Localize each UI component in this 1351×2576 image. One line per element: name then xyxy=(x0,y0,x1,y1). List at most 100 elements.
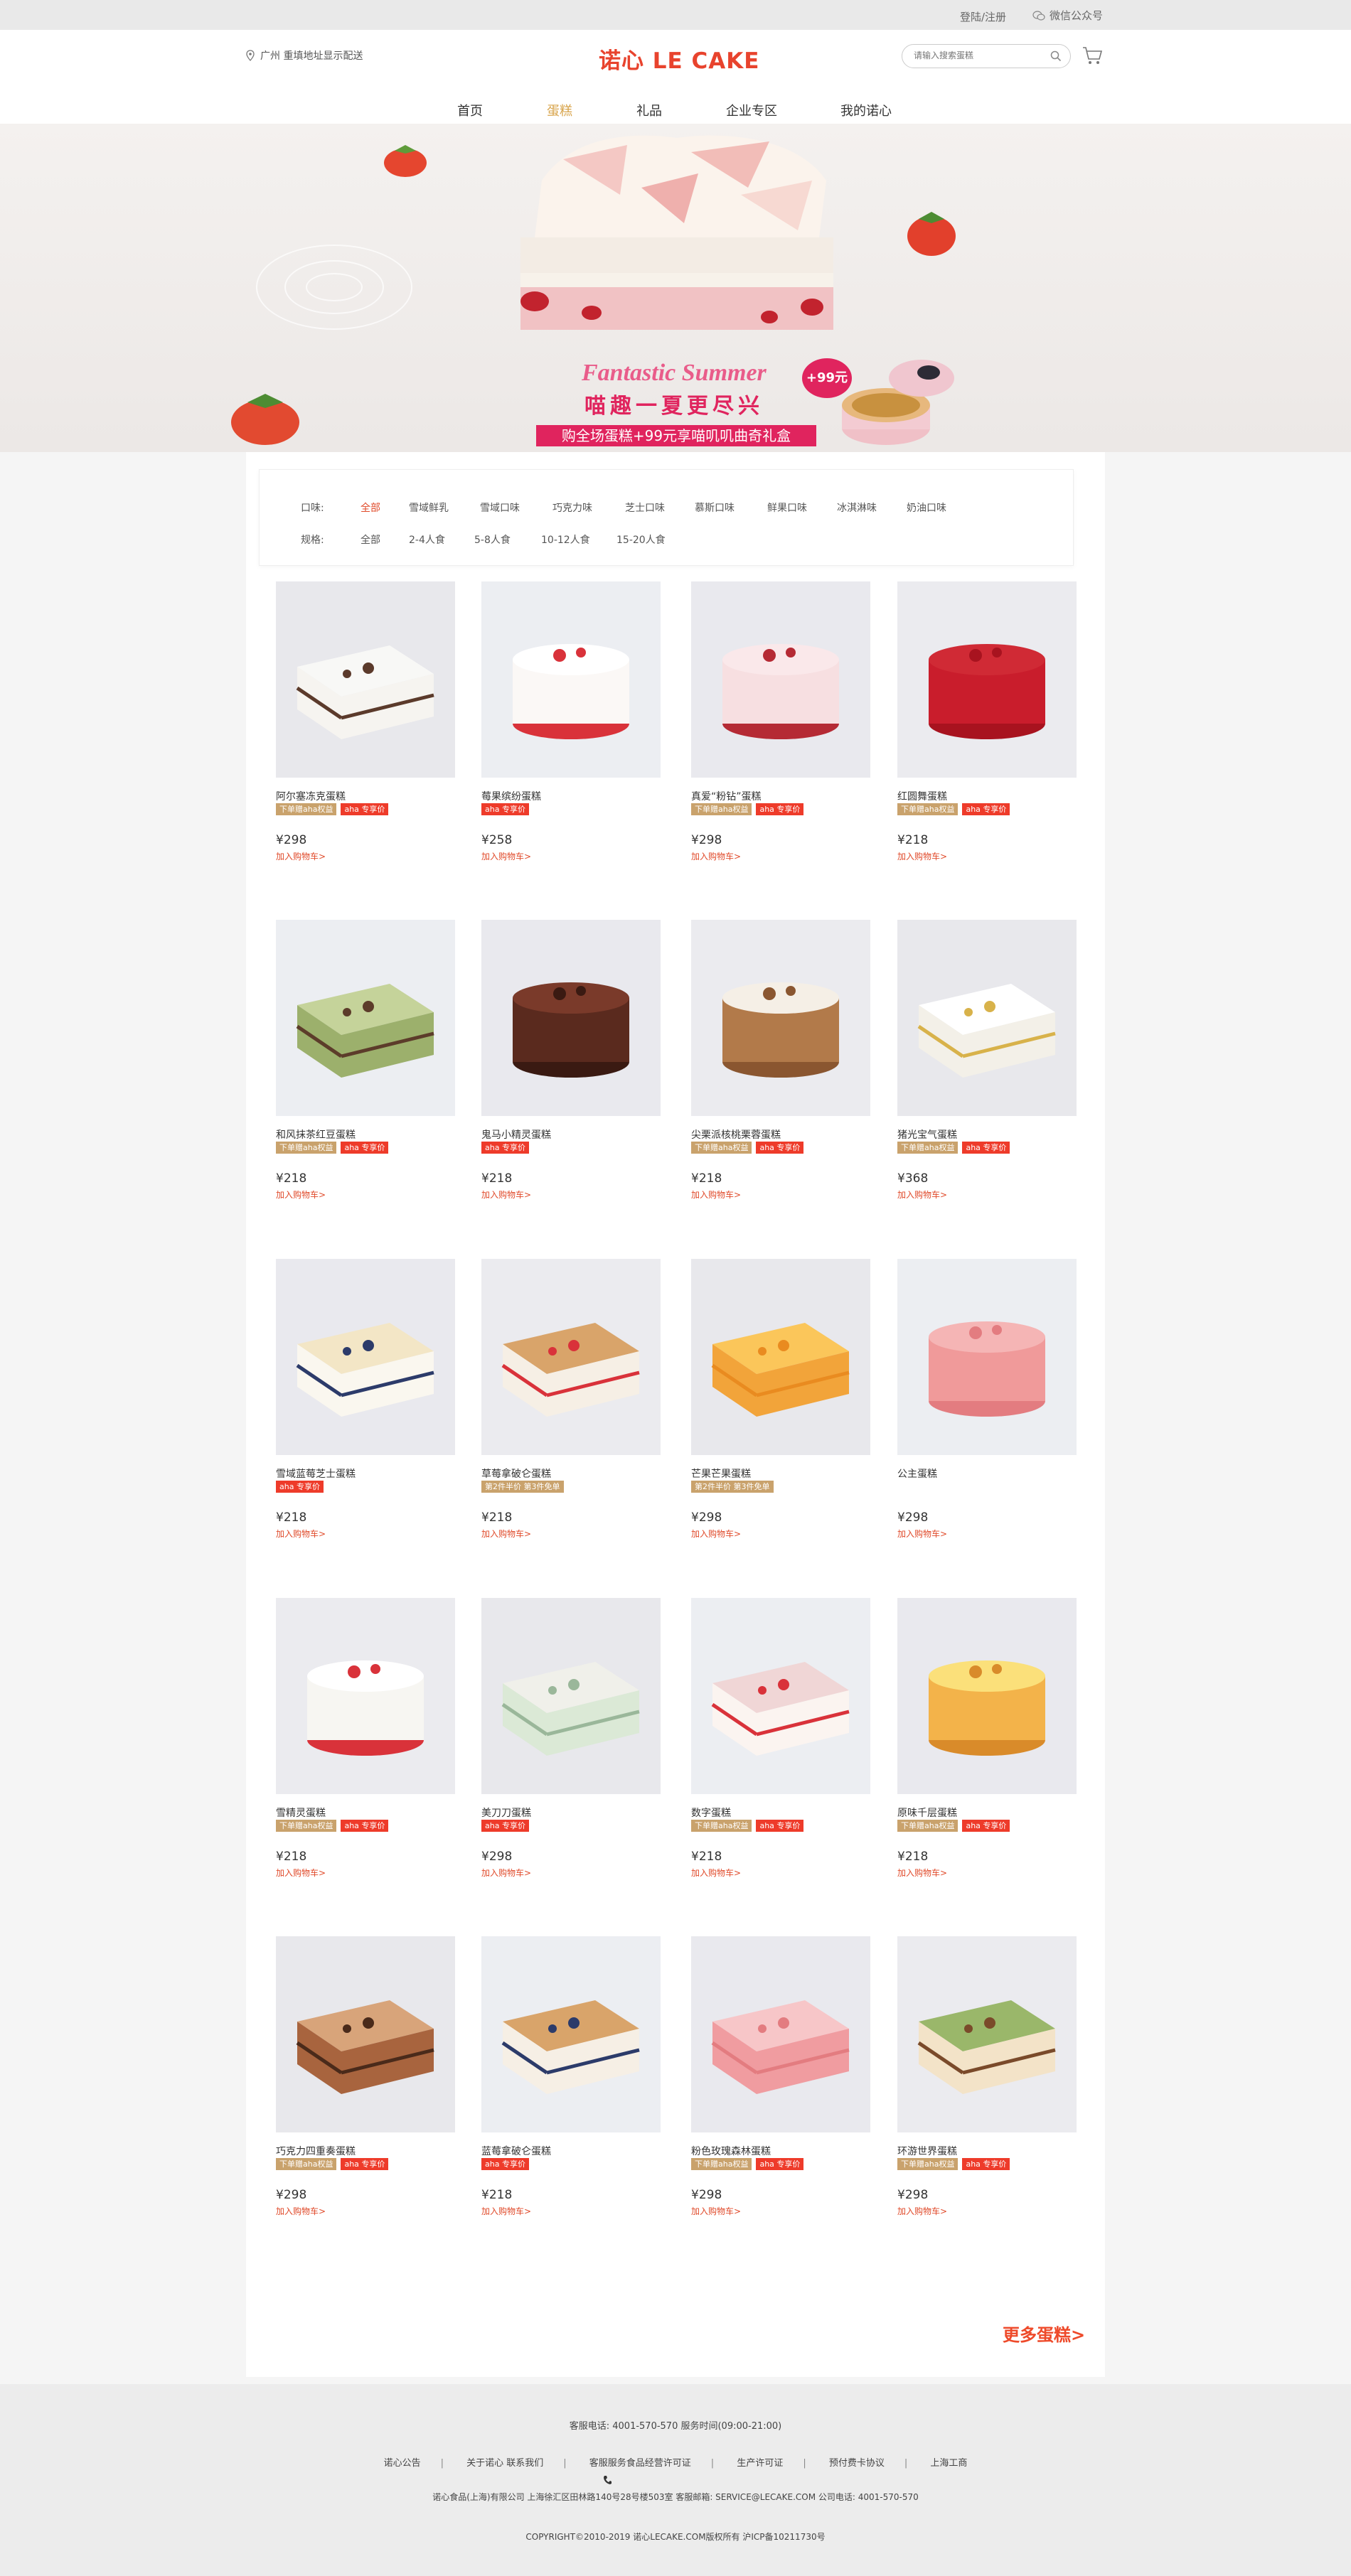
product-name[interactable]: 蓝莓拿破仑蛋糕 xyxy=(481,2144,551,2158)
product-name[interactable]: 猪光宝气蛋糕 xyxy=(897,1127,957,1142)
more-cakes-link[interactable]: 更多蛋糕> xyxy=(1003,2321,1085,2346)
product-image[interactable] xyxy=(897,1936,1077,2132)
footer-link[interactable]: 诺心公告 xyxy=(384,2458,421,2469)
product-image[interactable] xyxy=(276,1936,455,2132)
size-option[interactable]: 2-4人食 xyxy=(409,532,445,547)
product-card[interactable]: 原味千层蛋糕 下单赠aha权益 aha 专享价 ¥218 加入购物车> xyxy=(897,1598,1077,1911)
product-card[interactable]: 猪光宝气蛋糕 下单赠aha权益 aha 专享价 ¥368 加入购物车> xyxy=(897,920,1077,1233)
flavor-option[interactable]: 鲜果口味 xyxy=(767,500,807,515)
product-card[interactable]: 真爱“粉钻”蛋糕 下单赠aha权益 aha 专享价 ¥298 加入购物车> xyxy=(691,581,870,894)
flavor-option[interactable]: 全部 xyxy=(361,500,380,515)
product-name[interactable]: 美刀刀蛋糕 xyxy=(481,1805,531,1820)
product-card[interactable]: 尖栗派核桃栗蓉蛋糕 下单赠aha权益 aha 专享价 ¥218 加入购物车> xyxy=(691,920,870,1233)
product-name[interactable]: 原味千层蛋糕 xyxy=(897,1805,957,1820)
product-card[interactable]: 芒果芒果蛋糕 第2件半价 第3件免单 ¥298 加入购物车> xyxy=(691,1259,870,1572)
product-card[interactable]: 阿尔塞冻克蛋糕 下单赠aha权益 aha 专享价 ¥298 加入购物车> xyxy=(276,581,455,894)
product-image[interactable] xyxy=(481,1936,661,2132)
product-name[interactable]: 鬼马小精灵蛋糕 xyxy=(481,1127,551,1142)
product-image[interactable] xyxy=(691,1259,870,1455)
add-to-cart-link[interactable]: 加入购物车> xyxy=(897,1528,947,1540)
product-image[interactable] xyxy=(276,1598,455,1794)
footer-link[interactable]: 关于诺心 联系我们 xyxy=(466,2458,543,2469)
nav-gifts[interactable]: 礼品 xyxy=(636,101,662,119)
product-card[interactable]: 美刀刀蛋糕 aha 专享价 ¥298 加入购物车> xyxy=(481,1598,661,1911)
product-card[interactable]: 和风抹茶红豆蛋糕 下单赠aha权益 aha 专享价 ¥218 加入购物车> xyxy=(276,920,455,1233)
product-image[interactable] xyxy=(276,581,455,778)
flavor-option[interactable]: 冰淇淋味 xyxy=(837,500,877,515)
product-image[interactable] xyxy=(276,920,455,1116)
nav-enterprise[interactable]: 企业专区 xyxy=(726,101,777,119)
footer-link[interactable]: 预付费卡协议 xyxy=(829,2458,885,2469)
add-to-cart-link[interactable]: 加入购物车> xyxy=(276,850,326,862)
add-to-cart-link[interactable]: 加入购物车> xyxy=(481,1528,531,1540)
product-image[interactable] xyxy=(897,1598,1077,1794)
size-option[interactable]: 5-8人食 xyxy=(474,532,511,547)
footer-link[interactable]: 生产许可证 xyxy=(737,2458,783,2469)
add-to-cart-link[interactable]: 加入购物车> xyxy=(691,1528,741,1540)
brand-logo[interactable]: 诺心 LE CAKE xyxy=(599,43,759,75)
add-to-cart-link[interactable]: 加入购物车> xyxy=(481,1867,531,1879)
add-to-cart-link[interactable]: 加入购物车> xyxy=(691,850,741,862)
promo-banner[interactable]: Fantastic Summer 喵趣一夏更尽兴 购全场蛋糕+99元享喵叽叽曲奇… xyxy=(0,124,1351,452)
flavor-option[interactable]: 雪域鲜乳 xyxy=(409,500,449,515)
add-to-cart-link[interactable]: 加入购物车> xyxy=(897,1867,947,1879)
product-card[interactable]: 蓝莓拿破仑蛋糕 aha 专享价 ¥218 加入购物车> xyxy=(481,1936,661,2249)
add-to-cart-link[interactable]: 加入购物车> xyxy=(481,2205,531,2217)
flavor-option[interactable]: 奶油口味 xyxy=(907,500,946,515)
shopping-cart-icon[interactable] xyxy=(1082,45,1103,65)
product-card[interactable]: 鬼马小精灵蛋糕 aha 专享价 ¥218 加入购物车> xyxy=(481,920,661,1233)
add-to-cart-link[interactable]: 加入购物车> xyxy=(691,1867,741,1879)
add-to-cart-link[interactable]: 加入购物车> xyxy=(276,1188,326,1201)
size-option[interactable]: 全部 xyxy=(361,532,380,547)
product-name[interactable]: 巧克力四重奏蛋糕 xyxy=(276,2144,356,2158)
product-image[interactable] xyxy=(481,1259,661,1455)
location-selector[interactable]: 广州 重填地址显示配送 xyxy=(246,48,363,63)
product-card[interactable]: 数字蛋糕 下单赠aha权益 aha 专享价 ¥218 加入购物车> xyxy=(691,1598,870,1911)
product-name[interactable]: 阿尔塞冻克蛋糕 xyxy=(276,789,346,803)
size-option[interactable]: 15-20人食 xyxy=(616,532,666,547)
add-to-cart-link[interactable]: 加入购物车> xyxy=(276,1528,326,1540)
flavor-option[interactable]: 巧克力味 xyxy=(552,500,592,515)
product-name[interactable]: 真爱“粉钻”蛋糕 xyxy=(691,789,762,803)
add-to-cart-link[interactable]: 加入购物车> xyxy=(481,1188,531,1201)
size-option[interactable]: 10-12人食 xyxy=(541,532,590,547)
add-to-cart-link[interactable]: 加入购物车> xyxy=(897,850,947,862)
product-name[interactable]: 红圆舞蛋糕 xyxy=(897,789,947,803)
product-card[interactable]: 草莓拿破仑蛋糕 第2件半价 第3件免单 ¥218 加入购物车> xyxy=(481,1259,661,1572)
nav-home[interactable]: 首页 xyxy=(457,101,483,119)
product-card[interactable]: 雪域蓝莓芝士蛋糕 aha 专享价 ¥218 加入购物车> xyxy=(276,1259,455,1572)
product-name[interactable]: 数字蛋糕 xyxy=(691,1805,731,1820)
product-name[interactable]: 芒果芒果蛋糕 xyxy=(691,1466,751,1481)
product-image[interactable] xyxy=(276,1259,455,1455)
product-name[interactable]: 粉色玫瑰森林蛋糕 xyxy=(691,2144,771,2158)
flavor-option[interactable]: 雪域口味 xyxy=(480,500,520,515)
product-card[interactable]: 巧克力四重奏蛋糕 下单赠aha权益 aha 专享价 ¥298 加入购物车> xyxy=(276,1936,455,2249)
product-card[interactable]: 莓果缤纷蛋糕 aha 专享价 ¥258 加入购物车> xyxy=(481,581,661,894)
add-to-cart-link[interactable]: 加入购物车> xyxy=(897,1188,947,1201)
product-card[interactable]: 公主蛋糕 ¥298 加入购物车> xyxy=(897,1259,1077,1572)
add-to-cart-link[interactable]: 加入购物车> xyxy=(276,1867,326,1879)
product-image[interactable] xyxy=(691,1598,870,1794)
product-card[interactable]: 环游世界蛋糕 下单赠aha权益 aha 专享价 ¥298 加入购物车> xyxy=(897,1936,1077,2249)
login-register-link[interactable]: 登陆/注册 xyxy=(960,9,1006,24)
product-name[interactable]: 雪域蓝莓芝士蛋糕 xyxy=(276,1466,356,1481)
flavor-option[interactable]: 芝士口味 xyxy=(625,500,665,515)
add-to-cart-link[interactable]: 加入购物车> xyxy=(897,2205,947,2217)
add-to-cart-link[interactable]: 加入购物车> xyxy=(691,2205,741,2217)
product-image[interactable] xyxy=(897,920,1077,1116)
product-card[interactable]: 红圆舞蛋糕 下单赠aha权益 aha 专享价 ¥218 加入购物车> xyxy=(897,581,1077,894)
product-image[interactable] xyxy=(481,1598,661,1794)
product-name[interactable]: 环游世界蛋糕 xyxy=(897,2144,957,2158)
product-image[interactable] xyxy=(897,581,1077,778)
product-image[interactable] xyxy=(691,920,870,1116)
nav-my-account[interactable]: 我的诺心 xyxy=(840,101,892,119)
product-name[interactable]: 尖栗派核桃栗蓉蛋糕 xyxy=(691,1127,781,1142)
product-name[interactable]: 和风抹茶红豆蛋糕 xyxy=(276,1127,356,1142)
product-image[interactable] xyxy=(481,920,661,1116)
search-input[interactable] xyxy=(914,50,1042,60)
add-to-cart-link[interactable]: 加入购物车> xyxy=(481,850,531,862)
product-name[interactable]: 雪精灵蛋糕 xyxy=(276,1805,326,1820)
product-image[interactable] xyxy=(481,581,661,778)
product-name[interactable]: 公主蛋糕 xyxy=(897,1466,937,1481)
product-name[interactable]: 草莓拿破仑蛋糕 xyxy=(481,1466,551,1481)
